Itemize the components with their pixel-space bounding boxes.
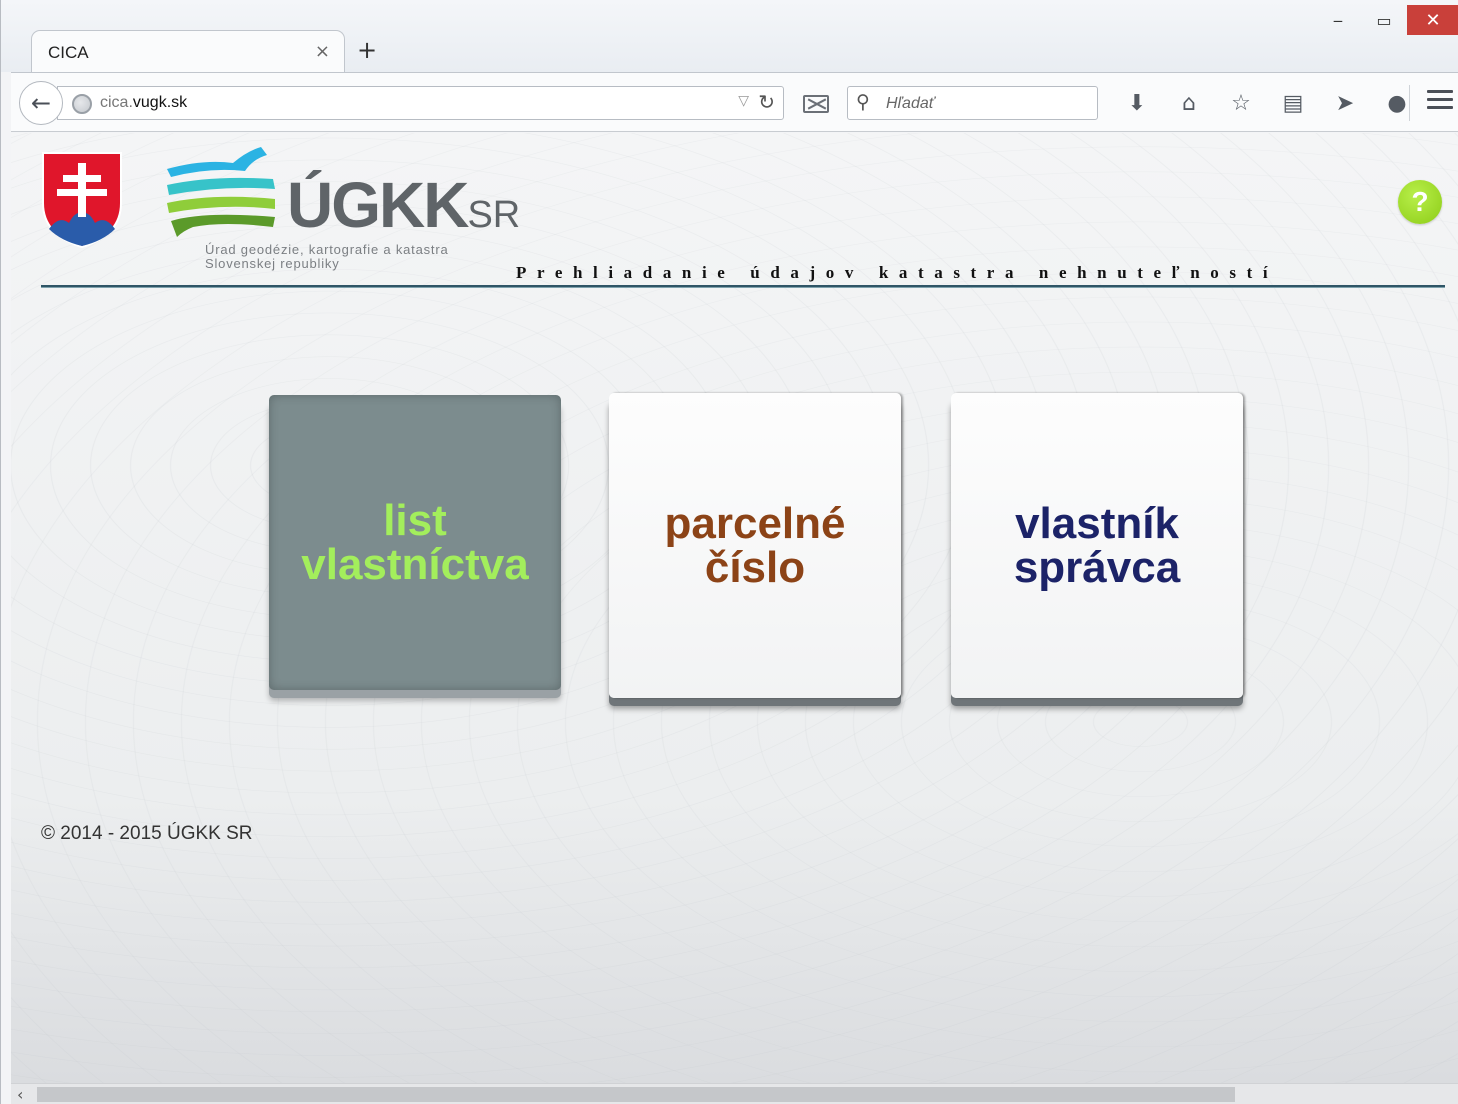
horizontal-scrollbar[interactable]: ‹: [11, 1083, 1458, 1104]
tile-label-line1: parcelné: [664, 498, 846, 548]
address-bar[interactable]: cica.vugk.sk ▽ ↻: [57, 86, 784, 120]
toolbar-icons: ⬇ ⌂ ☆ ▤ ➤ ●: [1111, 87, 1423, 119]
help-button[interactable]: ?: [1398, 180, 1442, 224]
chat-icon[interactable]: ●: [1371, 87, 1423, 119]
logo-subtitle-line2: Slovenskej republiky: [205, 256, 340, 271]
download-icon[interactable]: ⬇: [1111, 87, 1163, 119]
search-bar[interactable]: ⚲: [847, 86, 1098, 120]
ugkk-logo-waves: [167, 147, 275, 237]
new-tab-button[interactable]: +: [357, 38, 377, 62]
slovak-coat-of-arms-logo: [42, 152, 122, 249]
url-prefix: cica.: [100, 94, 133, 111]
tile-label-line1: list: [383, 495, 447, 545]
close-window-button[interactable]: ✕: [1407, 5, 1458, 35]
logo-subtitle: Úrad geodézie, kartografie a katastra Sl…: [205, 243, 505, 271]
logo-main-text: ÚGKK: [287, 169, 469, 241]
maximize-button[interactable]: ▭: [1361, 5, 1407, 35]
bookmark-star-icon[interactable]: ☆: [1215, 87, 1267, 119]
url-text: cica.vugk.sk: [100, 94, 187, 112]
header-divider: [41, 285, 1445, 288]
page-title: Prehliadanie údajov katastra nehnuteľnos…: [516, 263, 1279, 282]
search-icon: ⚲: [856, 91, 870, 113]
copyright-text: © 2014 - 2015 ÚGKK SR: [41, 823, 253, 844]
tile-label-line1: vlastník: [1015, 498, 1179, 548]
browser-window: CICA × + ‒ ▭ ✕ cica.vugk.sk ▽ ↻ ← ⚲ ⬇ ⌂ …: [0, 0, 1458, 1104]
tile-label-line2: vlastníctva: [301, 539, 529, 589]
tile-label: parcelné číslo: [635, 498, 875, 592]
back-arrow-icon: ←: [30, 89, 52, 117]
hamburger-menu-icon[interactable]: [1427, 90, 1453, 114]
vlastnik-spravca-button[interactable]: vlastník správca: [951, 393, 1243, 698]
parcelne-cislo-button[interactable]: parcelné číslo: [609, 393, 901, 698]
history-dropdown-icon[interactable]: ▽: [738, 93, 749, 109]
window-controls: ‒ ▭ ✕: [1315, 5, 1458, 35]
minimize-button[interactable]: ‒: [1315, 5, 1361, 35]
scroll-left-icon[interactable]: ‹: [17, 1085, 23, 1104]
back-button[interactable]: ←: [19, 81, 63, 125]
navigation-toolbar: cica.vugk.sk ▽ ↻ ← ⚲ ⬇ ⌂ ☆ ▤ ➤ ●: [11, 72, 1458, 132]
url-domain: vugk.sk: [132, 94, 188, 111]
tile-label: vlastník správca: [977, 498, 1217, 592]
list-vlastnictva-button[interactable]: list vlastníctva: [269, 395, 561, 690]
home-icon[interactable]: ⌂: [1163, 87, 1215, 119]
page-content: ÚGKKSR Úrad geodézie, kartografie a kata…: [11, 133, 1458, 1083]
tab-close-icon[interactable]: ×: [315, 41, 330, 62]
scrollbar-thumb[interactable]: [37, 1087, 1235, 1102]
browser-tab[interactable]: CICA ×: [31, 30, 345, 74]
tile-label-line2: číslo: [704, 542, 806, 592]
reader-view-icon[interactable]: [803, 95, 829, 113]
logo-subtitle-line1: Úrad geodézie, kartografie a katastra: [205, 242, 449, 257]
tile-label-line2: správca: [1013, 542, 1181, 592]
search-input[interactable]: [884, 92, 1084, 116]
tile-label: list vlastníctva: [295, 495, 535, 589]
share-icon[interactable]: ➤: [1319, 87, 1371, 119]
site-identity-icon[interactable]: [72, 94, 92, 114]
logo-suffix-text: SR: [467, 194, 521, 236]
reading-list-icon[interactable]: ▤: [1267, 87, 1319, 119]
title-bar: CICA × + ‒ ▭ ✕: [1, 0, 1458, 74]
toolbar-separator: [1409, 85, 1410, 121]
reload-icon[interactable]: ↻: [758, 90, 775, 114]
ugkk-logo-text: ÚGKKSR: [287, 173, 520, 237]
tab-title: CICA: [48, 43, 89, 62]
